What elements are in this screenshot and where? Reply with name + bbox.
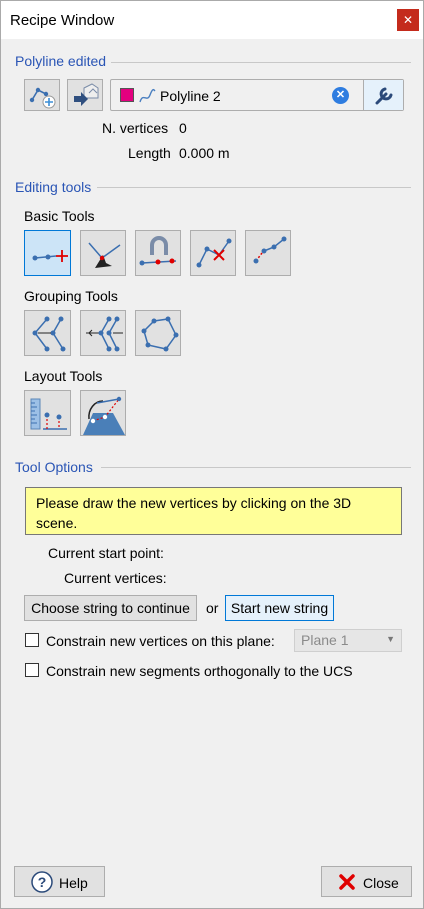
add-vertex-tool-button[interactable] xyxy=(24,230,71,276)
length-label: Length xyxy=(128,145,171,161)
snap-vertex-tool-button[interactable] xyxy=(135,230,181,276)
svg-text:?: ? xyxy=(38,874,47,890)
start-new-string-button[interactable]: Start new string xyxy=(225,595,334,621)
polyline-icon xyxy=(139,88,156,103)
polyline-selector[interactable]: Polyline 2 ✕ xyxy=(110,79,404,111)
import-arrow-icon xyxy=(74,83,99,106)
constrain-plane-checkbox[interactable] xyxy=(25,633,39,647)
chevron-down-icon: ▼ xyxy=(386,634,395,644)
options-section-title: Tool Options xyxy=(15,459,93,475)
delete-vertex-icon xyxy=(196,238,232,268)
close-polyline-tool-button[interactable] xyxy=(135,310,181,356)
constrain-plane-label: Constrain new vertices on this plane: xyxy=(46,633,275,649)
closed-polygon-icon xyxy=(141,316,179,352)
edit-properties-button[interactable] xyxy=(363,80,403,110)
plane-select[interactable]: Plane 1 ▼ xyxy=(294,629,402,652)
slope-layout-tool-button[interactable] xyxy=(80,390,126,436)
move-vertex-icon xyxy=(88,242,121,268)
close-label: Close xyxy=(363,875,399,891)
help-icon: ? xyxy=(31,871,53,893)
magnet-icon xyxy=(139,236,177,266)
section-divider xyxy=(111,62,411,63)
constrain-ucs-label: Constrain new segments orthogonally to t… xyxy=(46,663,353,679)
move-vertex-tool-button[interactable] xyxy=(80,230,126,276)
section-divider xyxy=(97,187,411,188)
current-start-point-label: Current start point: xyxy=(48,545,164,561)
measure-layout-tool-button[interactable] xyxy=(24,390,71,436)
length-value: 0.000 m xyxy=(179,145,230,161)
close-icon xyxy=(339,874,355,890)
vertices-count-value: 0 xyxy=(179,120,187,136)
merge-polylines-tool-button[interactable] xyxy=(24,310,71,356)
split-segment-icon xyxy=(253,236,287,264)
layout-tools-title: Layout Tools xyxy=(24,368,103,384)
polyline-color-swatch xyxy=(120,88,134,102)
add-vertex-icon xyxy=(32,250,68,262)
basic-tools-title: Basic Tools xyxy=(24,208,95,224)
delete-vertex-tool-button[interactable] xyxy=(190,230,236,276)
grouping-tools-title: Grouping Tools xyxy=(24,288,118,304)
close-button[interactable]: Close xyxy=(321,866,412,897)
section-divider xyxy=(101,467,411,468)
current-vertices-label: Current vertices: xyxy=(64,570,167,586)
polyline-section-title: Polyline edited xyxy=(15,53,107,69)
instruction-note: Please draw the new vertices by clicking… xyxy=(25,487,402,535)
constrain-ucs-checkbox[interactable] xyxy=(25,663,39,677)
vertices-count-label: N. vertices xyxy=(102,120,169,136)
help-button[interactable]: ? Help xyxy=(14,866,105,897)
window-title: Recipe Window xyxy=(10,12,115,29)
polyline-name: Polyline 2 xyxy=(160,88,221,104)
add-polyline-button[interactable] xyxy=(24,79,60,111)
plane-select-value: Plane 1 xyxy=(301,632,349,648)
or-text: or xyxy=(206,600,219,616)
ruler-icon xyxy=(30,398,67,430)
split-polylines-tool-button[interactable] xyxy=(80,310,126,356)
help-label: Help xyxy=(59,875,88,891)
clear-selection-icon[interactable]: ✕ xyxy=(332,87,349,104)
recipe-window: Recipe Window ✕ Polyline edited Polyline… xyxy=(0,0,424,909)
title-bar[interactable]: Recipe Window ✕ xyxy=(1,1,423,39)
slope-icon xyxy=(83,396,125,435)
choose-string-button[interactable]: Choose string to continue xyxy=(24,595,197,621)
import-polyline-button[interactable] xyxy=(67,79,103,111)
window-close-button[interactable]: ✕ xyxy=(397,9,419,31)
add-polyline-icon xyxy=(29,87,56,109)
merge-icon xyxy=(32,316,66,352)
editing-section-title: Editing tools xyxy=(15,179,92,195)
split-icon xyxy=(86,316,123,352)
wrench-icon xyxy=(375,87,393,105)
split-segment-tool-button[interactable] xyxy=(245,230,291,276)
